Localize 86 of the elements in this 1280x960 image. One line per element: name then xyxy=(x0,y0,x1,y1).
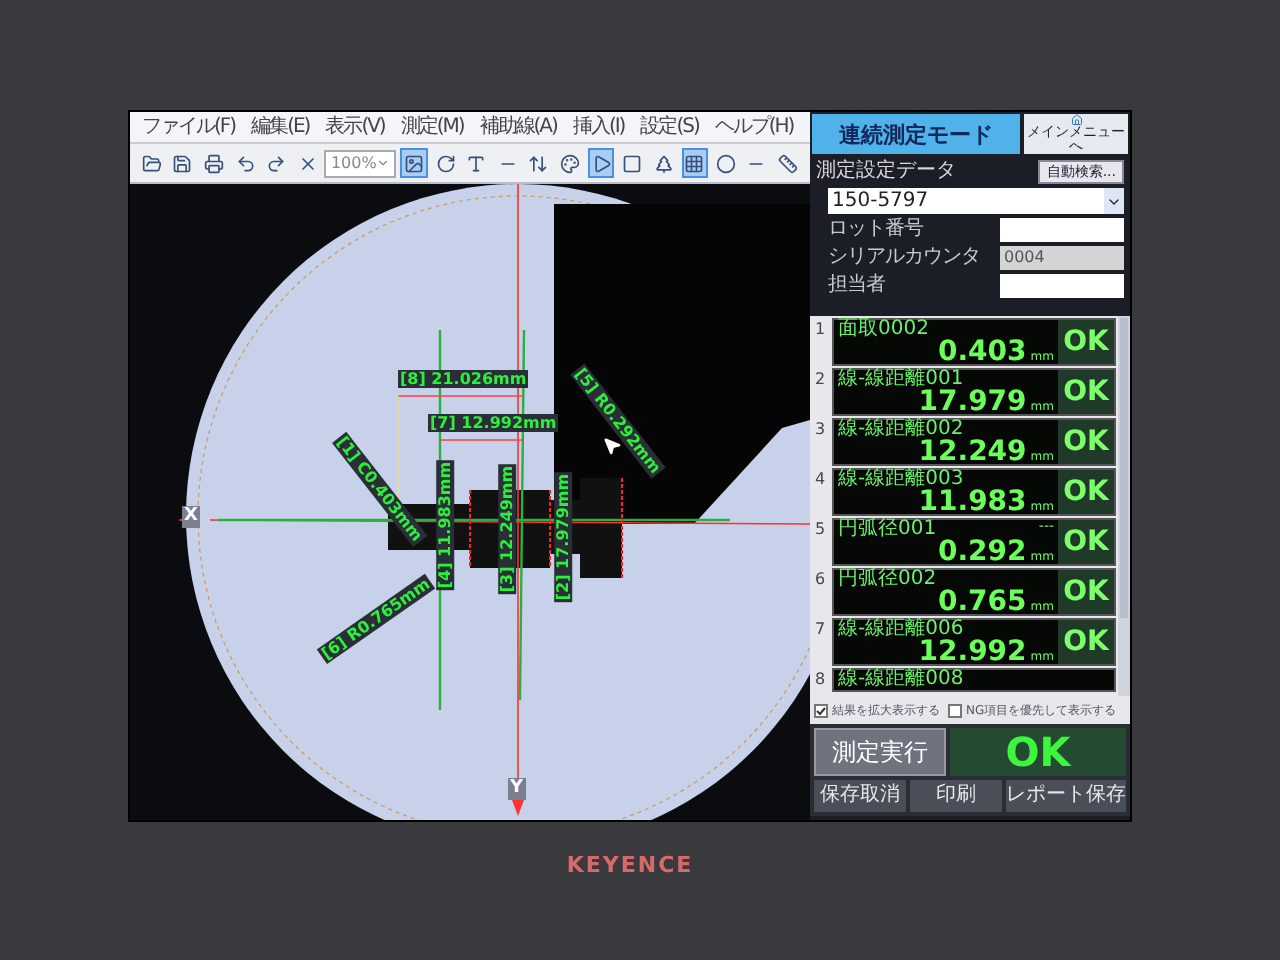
undo-icon xyxy=(235,153,256,173)
close-icon xyxy=(297,153,318,173)
checkbox[interactable] xyxy=(814,703,828,717)
dimension-label: [4] 11.983mm xyxy=(436,459,455,591)
rotate-icon xyxy=(435,153,456,173)
result-index: 7 xyxy=(812,618,828,642)
tree-icon xyxy=(653,153,674,173)
dimension-label: [8] 21.026mm xyxy=(398,370,529,388)
result-name: 線-線距離002 xyxy=(838,420,964,440)
result-name: 線-線距離001 xyxy=(838,370,964,390)
text-icon xyxy=(466,153,487,173)
result-index: 1 xyxy=(812,318,828,342)
x-axis-label: X xyxy=(182,506,200,528)
judgment-label: OK xyxy=(1058,370,1114,414)
judgment-label: OK xyxy=(1058,570,1114,614)
input-field[interactable] xyxy=(1000,274,1124,298)
grid-icon xyxy=(684,153,705,173)
up-down-arrow-icon xyxy=(528,153,549,173)
result-index: 3 xyxy=(812,418,828,442)
result-name: 円弧径001 xyxy=(838,520,937,540)
result-name: 線-線距離003 xyxy=(838,470,964,490)
result-index: 5 xyxy=(812,518,828,542)
settings-label: 測定設定データ xyxy=(816,160,956,184)
field-label: 担当者 xyxy=(828,274,887,298)
result-value: 11.983 xyxy=(918,490,1027,516)
judgment-label: OK xyxy=(1058,620,1114,664)
menu-item[interactable]: 設定(S) xyxy=(640,115,699,139)
save-icon xyxy=(172,153,193,173)
input-field[interactable] xyxy=(1000,218,1124,242)
menu-item[interactable]: ファイル(F) xyxy=(142,115,236,139)
scrollbar[interactable] xyxy=(1118,316,1130,696)
result-index: 6 xyxy=(812,568,828,592)
judgment-label: OK xyxy=(1058,420,1114,464)
result-index: 8 xyxy=(812,668,828,692)
result-name: 線-線距離006 xyxy=(838,620,964,640)
result-value: 0.292 xyxy=(938,540,1027,566)
mode-title: 連続測定モード xyxy=(812,114,1020,154)
result-value: 17.979 xyxy=(918,390,1027,416)
judgment-label: OK xyxy=(1058,520,1114,564)
palette-icon xyxy=(560,153,581,173)
brand-logo: KEYENCE xyxy=(566,850,694,882)
dimension-label: [2] 17.979mm xyxy=(554,471,573,603)
play-icon xyxy=(591,153,612,173)
image-icon xyxy=(404,153,425,173)
menu-item[interactable]: ヘルプ(H) xyxy=(714,115,794,139)
menu-item[interactable]: 補助線(A) xyxy=(479,115,557,139)
judgment-label: OK xyxy=(1058,470,1114,514)
menu-item[interactable]: 表示(V) xyxy=(325,115,385,139)
checkbox[interactable] xyxy=(948,703,962,717)
field-label: ロット番号 xyxy=(828,218,925,242)
result-value: 12.992 xyxy=(918,640,1027,666)
result-value: 0.765 xyxy=(938,590,1027,616)
panel-button[interactable]: 保存取消 xyxy=(814,780,906,812)
panel-button[interactable]: 印刷 xyxy=(910,780,1002,812)
mouse-cursor-icon xyxy=(602,436,622,456)
overall-result: OK xyxy=(950,728,1126,776)
image-tool-button[interactable] xyxy=(400,148,428,178)
ruler-icon xyxy=(778,153,799,173)
dimension-label: [7] 12.992mm xyxy=(428,414,559,432)
home-icon xyxy=(1067,114,1085,126)
print-icon xyxy=(203,153,224,173)
result-index: 2 xyxy=(812,368,828,392)
result-name: 円弧径002 xyxy=(838,570,937,590)
result-value: 12.249 xyxy=(918,440,1027,466)
zoom-select[interactable]: 100% xyxy=(324,149,397,177)
y-axis-label: Y xyxy=(508,778,526,800)
settings-dropdown[interactable]: 150-5797 xyxy=(828,188,1124,214)
field-label: シリアルカウンタ xyxy=(828,246,982,270)
menu-item[interactable]: 編集(E) xyxy=(251,115,310,139)
folder-icon xyxy=(141,153,162,173)
circle-icon xyxy=(715,153,736,173)
judgment-label: OK xyxy=(1058,320,1114,364)
menu-item[interactable]: 挿入(I) xyxy=(572,115,625,139)
menu-item[interactable]: 測定(M) xyxy=(400,115,464,139)
run-measurement-button[interactable]: 測定実行 xyxy=(814,728,946,776)
redo-icon xyxy=(266,153,287,173)
square-icon xyxy=(622,153,643,173)
dimension-label: [3] 12.249mm xyxy=(498,463,517,595)
check-icon xyxy=(816,705,826,715)
result-name: 面取0002 xyxy=(838,320,929,340)
panel-button[interactable]: レポート保存 xyxy=(1006,780,1126,812)
result-value: 0.403 xyxy=(938,340,1027,366)
grid-tool-button[interactable] xyxy=(681,148,709,178)
play-tool-button[interactable] xyxy=(587,148,615,178)
result-name: 線-線距離008 xyxy=(838,670,964,690)
result-index: 4 xyxy=(812,468,828,492)
